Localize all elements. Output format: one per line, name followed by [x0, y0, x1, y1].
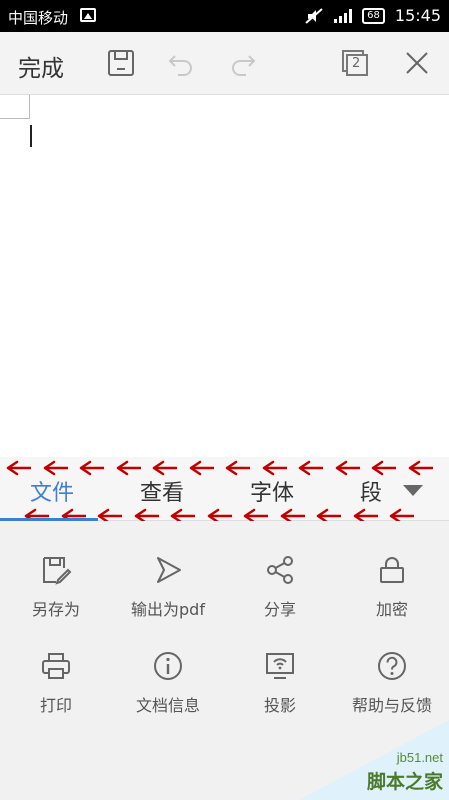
left-arrow-icon	[335, 460, 360, 476]
encrypt-label: 加密	[375, 600, 408, 619]
projection-label: 投影	[263, 696, 296, 715]
tab-file[interactable]: 文件	[30, 475, 74, 507]
pdf-send-icon	[157, 557, 181, 583]
save-icon[interactable]	[106, 48, 136, 78]
help-feedback-label: 帮助与反馈	[351, 696, 432, 715]
projection-icon	[266, 653, 294, 679]
image-notification-icon	[80, 8, 96, 22]
watermark: jb51.net 脚本之家	[299, 720, 449, 800]
tab-view[interactable]: 查看	[140, 475, 184, 507]
battery-icon: 68	[362, 7, 385, 24]
export-pdf-button[interactable]: 输出为pdf	[112, 543, 224, 633]
save-as-button[interactable]: 另存为	[0, 543, 112, 633]
share-label: 分享	[263, 600, 296, 619]
left-arrow-icon	[116, 460, 141, 476]
left-arrow-icon	[79, 460, 104, 476]
left-arrow-icon	[6, 460, 31, 476]
pages-icon[interactable]: 2	[340, 48, 370, 78]
share-icon	[267, 556, 293, 584]
print-icon	[42, 653, 70, 679]
document-info-label: 文档信息	[135, 696, 200, 715]
lock-icon	[380, 557, 404, 583]
status-right: 68 15:45	[304, 6, 441, 25]
export-pdf-label: 输出为pdf	[131, 600, 205, 619]
left-arrow-icon	[298, 460, 323, 476]
document-canvas[interactable]	[0, 95, 449, 457]
watermark-url: jb51.net	[396, 750, 443, 765]
info-icon	[154, 652, 182, 680]
close-icon[interactable]	[402, 48, 432, 78]
undo-icon[interactable]	[166, 48, 196, 78]
help-icon	[378, 652, 406, 680]
tab-font[interactable]: 字体	[250, 475, 294, 507]
redo-icon[interactable]	[228, 48, 258, 78]
print-button[interactable]: 打印	[0, 639, 112, 729]
tab-paragraph[interactable]: 段	[360, 475, 382, 507]
left-arrow-icon	[408, 460, 433, 476]
watermark-brand: 脚本之家	[366, 771, 443, 793]
left-arrow-icon	[189, 460, 214, 476]
save-as-label: 另存为	[31, 600, 80, 619]
help-feedback-button[interactable]: 帮助与反馈	[336, 639, 448, 729]
save-as-icon	[43, 557, 72, 585]
pages-count: 2	[352, 56, 361, 71]
carrier-name: 中国移动	[8, 9, 69, 27]
share-button[interactable]: 分享	[224, 543, 336, 633]
encrypt-button[interactable]: 加密	[336, 543, 448, 633]
done-button[interactable]: 完成	[18, 49, 64, 83]
chevron-down-icon[interactable]	[403, 485, 423, 496]
projection-button[interactable]: 投影	[224, 639, 336, 729]
status-bar: 中国移动 68 15:45	[0, 0, 449, 32]
print-label: 打印	[39, 696, 72, 715]
page-margin-corner	[0, 95, 30, 119]
document-info-button[interactable]: 文档信息	[112, 639, 224, 729]
status-time: 15:45	[394, 6, 441, 25]
menu-tabs: 文件 查看 字体 段	[0, 457, 449, 524]
mute-icon	[305, 7, 323, 24]
left-arrow-icon	[225, 460, 250, 476]
signal-icon	[334, 8, 353, 23]
text-cursor	[30, 125, 32, 147]
editor-toolbar: 完成 2	[0, 32, 449, 95]
